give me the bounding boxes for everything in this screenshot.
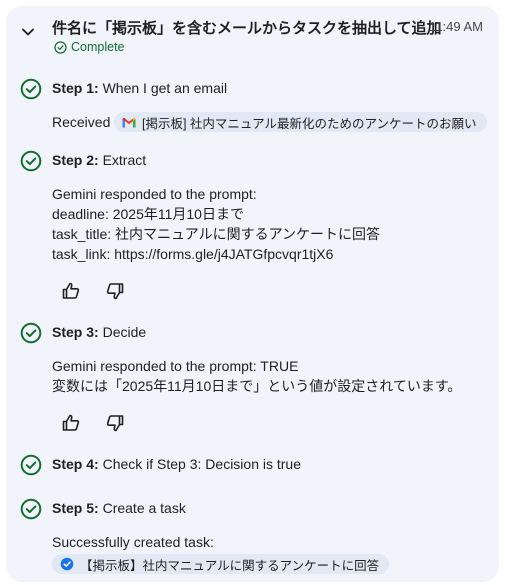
step-heading: Step 1: When I get an email (52, 80, 227, 96)
thumb-down-icon (106, 415, 124, 432)
check-circle-icon (20, 454, 42, 476)
email-subject: [掲示板] 社内マニュアル最新化のためのアンケートのお願い (142, 116, 477, 131)
flow-title: 件名に「掲示板」を含むメールからタスクを抽出して追加 (52, 20, 442, 37)
tasks-icon (60, 557, 74, 571)
step-number: Step 1: (52, 80, 99, 96)
step-number: Step 3: (52, 324, 99, 340)
thumb-up-icon (62, 282, 80, 299)
chevron-down-icon (22, 28, 34, 36)
step-number: Step 2: (52, 152, 99, 168)
result-text: Successfully created task: (52, 534, 214, 550)
task-chip[interactable]: 【掲示板】社内マニュアルに関するアンケートに回答 (52, 554, 390, 574)
thumbs-down-button[interactable] (101, 409, 129, 437)
check-circle-icon (20, 150, 42, 172)
check-circle-icon (20, 498, 42, 520)
response-line: Gemini responded to the prompt: TRUE (52, 358, 299, 374)
step-number: Step 5: (52, 500, 99, 516)
status-indicator: Complete (54, 40, 125, 54)
response-line: 変数には「2025年11月10日まで」という値が設定されています。 (52, 378, 462, 394)
step-name: When I get an email (102, 80, 228, 96)
check-circle-icon (20, 78, 42, 100)
response-line: task_link: https://forms.gle/j4JATGfpcvq… (52, 246, 334, 262)
thumbs-down-button[interactable] (101, 277, 129, 305)
thumb-down-icon (106, 283, 124, 300)
check-circle-icon (20, 322, 42, 344)
flow-activity-card: 件名に「掲示板」を含むメールからタスクを抽出して追加 11:49 AM Comp… (6, 6, 499, 582)
response-line: deadline: 2025年11月10日まで (52, 206, 244, 222)
step-name: Extract (102, 152, 147, 168)
status-label: Complete (71, 40, 125, 54)
step-name: Decide (102, 324, 147, 340)
timestamp: 11:49 AM (429, 19, 483, 34)
thumb-up-icon (62, 414, 80, 431)
received-label: Received (52, 114, 111, 130)
step-number: Step 4: (52, 456, 99, 472)
check-circle-icon (54, 40, 67, 54)
thumbs-up-button[interactable] (57, 409, 85, 437)
task-title: 【掲示板】社内マニュアルに関するアンケートに回答 (80, 558, 380, 573)
step-name: Create a task (102, 500, 186, 516)
response-line: Gemini responded to the prompt: (52, 186, 257, 202)
thumbs-up-button[interactable] (57, 277, 85, 305)
step-heading: Step 4: Check if Step 3: Decision is tru… (52, 456, 301, 472)
card-header: 件名に「掲示板」を含むメールからタスクを抽出して追加 11:49 AM Comp… (6, 6, 499, 62)
email-chip[interactable]: [掲示板] 社内マニュアル最新化のためのアンケートのお願い (114, 112, 487, 132)
collapse-button[interactable] (16, 20, 40, 44)
step-heading: Step 5: Create a task (52, 500, 186, 516)
response-line: task_title: 社内マニュアルに関するアンケートに回答 (52, 226, 381, 242)
step-name: Check if Step 3: Decision is true (102, 456, 301, 472)
step-heading: Step 3: Decide (52, 324, 146, 340)
gmail-icon (122, 117, 136, 127)
step-heading: Step 2: Extract (52, 152, 146, 168)
